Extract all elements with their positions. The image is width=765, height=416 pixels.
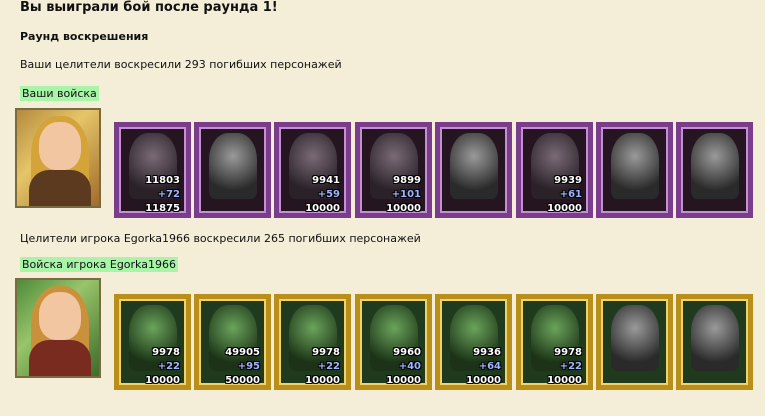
- your-unit-slot-5[interactable]: [435, 122, 512, 218]
- your-hero-portrait[interactable]: [15, 108, 101, 208]
- unit-art: [450, 133, 498, 199]
- enemy-unit-slot-2[interactable]: 49905 +95 50000: [194, 294, 271, 390]
- unit-count-delta: +22: [317, 361, 340, 372]
- enemy-troops-label: Войска игрока Egorka1966: [20, 257, 178, 272]
- unit-art: [611, 133, 659, 199]
- unit-count-delta: +101: [391, 189, 421, 200]
- your-troops-label: Ваши войска: [20, 86, 99, 101]
- unit-count-delta: +40: [398, 361, 421, 372]
- unit-count-before: 9978: [312, 347, 340, 358]
- unit-count-before: 9978: [554, 347, 582, 358]
- hero-face-shape: [39, 122, 81, 170]
- your-unit-slot-1[interactable]: 11803 +72 11875: [114, 122, 191, 218]
- hero-body-shape: [29, 340, 91, 376]
- unit-count-delta: +64: [478, 361, 501, 372]
- enemy-unit-slot-8[interactable]: [676, 294, 753, 390]
- unit-count-delta: +22: [157, 361, 180, 372]
- unit-count-after: 10000: [305, 203, 340, 214]
- your-unit-slot-7[interactable]: [596, 122, 673, 218]
- enemy-unit-slot-4[interactable]: 9960 +40 10000: [355, 294, 432, 390]
- your-unit-slot-2[interactable]: [194, 122, 271, 218]
- enemy-unit-slot-7[interactable]: [596, 294, 673, 390]
- enemy-unit-slot-6[interactable]: 9978 +22 10000: [516, 294, 593, 390]
- your-unit-slot-3[interactable]: 9941 +59 10000: [274, 122, 351, 218]
- unit-art: [209, 133, 257, 199]
- your-unit-slot-6[interactable]: 9939 +61 10000: [516, 122, 593, 218]
- unit-count-after: 10000: [305, 375, 340, 386]
- enemy-unit-slot-3[interactable]: 9978 +22 10000: [274, 294, 351, 390]
- unit-count-after: 10000: [547, 375, 582, 386]
- enemy-unit-slot-1[interactable]: 9978 +22 10000: [114, 294, 191, 390]
- unit-count-delta: +59: [317, 189, 340, 200]
- unit-count-before: 9899: [393, 175, 421, 186]
- your-healers-text: Ваши целители воскресили 293 погибших пе…: [20, 58, 342, 71]
- enemy-healers-text: Целители игрока Egorka1966 воскресили 26…: [20, 232, 421, 245]
- enemy-hero-portrait[interactable]: [15, 278, 101, 378]
- unit-art: [691, 133, 739, 199]
- unit-art: [691, 305, 739, 371]
- your-unit-slot-8[interactable]: [676, 122, 753, 218]
- unit-count-after: 10000: [145, 375, 180, 386]
- unit-count-before: 9936: [473, 347, 501, 358]
- unit-count-delta: +72: [157, 189, 180, 200]
- enemy-unit-slot-5[interactable]: 9936 +64 10000: [435, 294, 512, 390]
- unit-count-after: 10000: [386, 375, 421, 386]
- unit-count-before: 9939: [554, 175, 582, 186]
- your-unit-slot-4[interactable]: 9899 +101 10000: [355, 122, 432, 218]
- resurrection-round-title: Раунд воскрешения: [20, 30, 149, 43]
- unit-count-delta: +22: [559, 361, 582, 372]
- unit-count-before: 9941: [312, 175, 340, 186]
- unit-count-before: 49905: [225, 347, 260, 358]
- hero-body-shape: [29, 170, 91, 206]
- unit-count-before: 9960: [393, 347, 421, 358]
- hero-face-shape: [39, 292, 81, 340]
- unit-count-after: 10000: [466, 375, 501, 386]
- unit-count-after: 11875: [145, 203, 180, 214]
- unit-count-after: 10000: [386, 203, 421, 214]
- unit-count-delta: +61: [559, 189, 582, 200]
- unit-count-before: 9978: [152, 347, 180, 358]
- unit-count-after: 50000: [225, 375, 260, 386]
- unit-count-delta: +95: [237, 361, 260, 372]
- unit-art: [611, 305, 659, 371]
- unit-count-after: 10000: [547, 203, 582, 214]
- unit-count-before: 11803: [145, 175, 180, 186]
- battle-result-title: Вы выиграли бой после раунда 1!: [20, 0, 278, 15]
